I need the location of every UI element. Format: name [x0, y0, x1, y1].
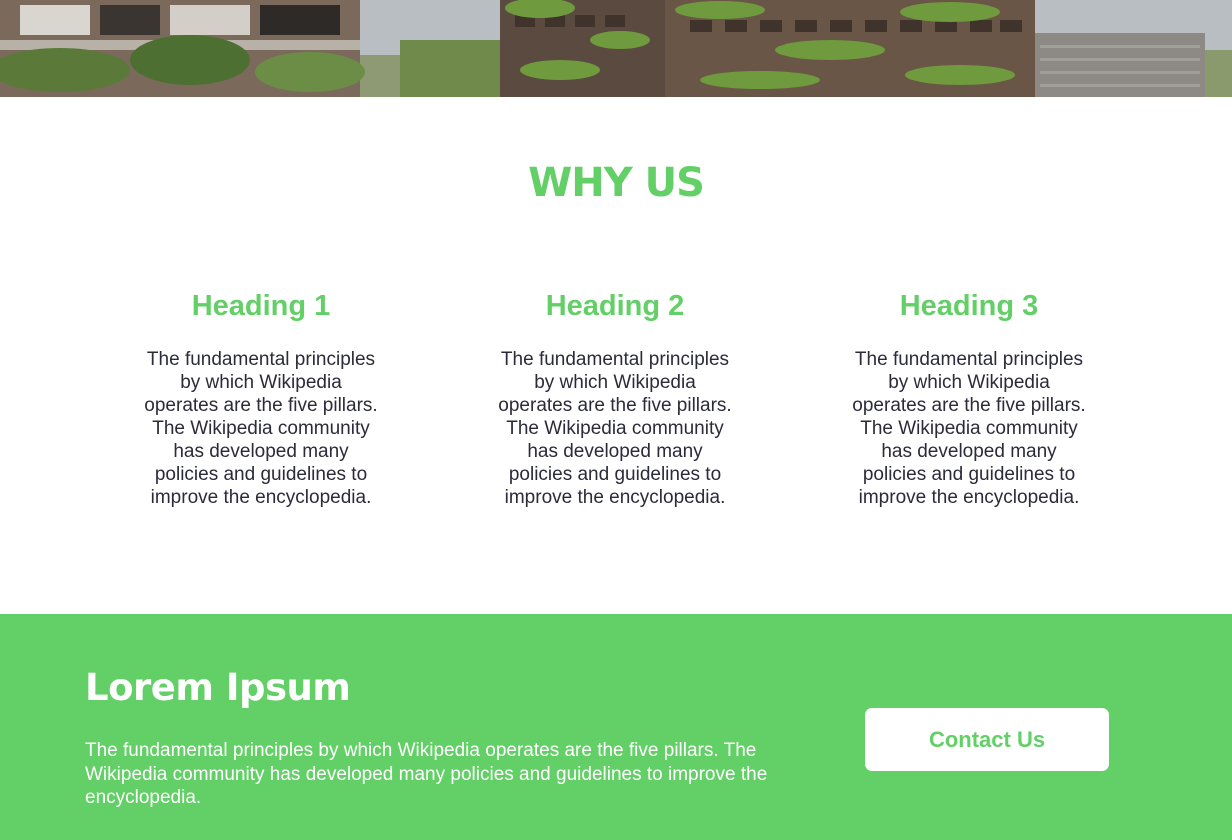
cta-title: Lorem Ipsum [85, 666, 351, 709]
feature-card-2: Heading 2 The fundamental principles by … [495, 286, 735, 509]
feature-heading: Heading 1 [191, 290, 331, 322]
feature-text: The fundamental principles by which Wiki… [498, 349, 732, 508]
feature-heading: Heading 2 [545, 290, 685, 322]
section-title: WHY US [528, 160, 705, 206]
feature-text: The fundamental principles by which Wiki… [852, 349, 1086, 508]
feature-heading: Heading 3 [899, 290, 1039, 322]
feature-text: The fundamental principles by which Wiki… [144, 349, 378, 508]
cta-section: Lorem Ipsum The fundamental principles b… [0, 614, 1232, 840]
contact-us-button[interactable]: Contact Us [865, 708, 1109, 771]
hero-image [0, 0, 1232, 97]
feature-card-3: Heading 3 The fundamental principles by … [849, 286, 1089, 509]
cta-text: The fundamental principles by which Wiki… [85, 740, 768, 808]
feature-card-1: Heading 1 The fundamental principles by … [141, 286, 381, 509]
